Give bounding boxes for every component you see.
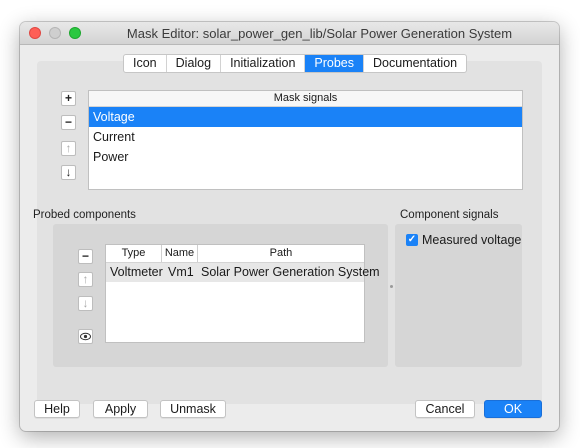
column-name[interactable]: Name bbox=[162, 245, 198, 262]
help-button[interactable]: Help bbox=[34, 400, 80, 418]
table-row[interactable]: Voltmeter Vm1 Solar Power Generation Sys… bbox=[106, 263, 380, 282]
measured-voltage-checkbox[interactable]: ✓ bbox=[406, 234, 418, 246]
ok-button[interactable]: OK bbox=[484, 400, 542, 418]
tab-probes[interactable]: Probes bbox=[305, 55, 365, 72]
probed-table-header: Type Name Path bbox=[106, 245, 364, 263]
tab-initialization[interactable]: Initialization bbox=[221, 55, 306, 72]
close-window-button[interactable] bbox=[29, 27, 41, 39]
add-signal-button[interactable]: + bbox=[61, 91, 76, 106]
panel-splitter-handle[interactable] bbox=[390, 285, 393, 288]
tab-icon[interactable]: Icon bbox=[124, 55, 167, 72]
column-path[interactable]: Path bbox=[198, 245, 364, 262]
mask-signal-row-voltage[interactable]: Voltage bbox=[89, 107, 522, 127]
title-bar[interactable]: Mask Editor: solar_power_gen_lib/Solar P… bbox=[20, 22, 559, 45]
tab-dialog[interactable]: Dialog bbox=[167, 55, 222, 72]
mask-signals-header: Mask signals bbox=[89, 91, 522, 107]
view-probe-eye-icon[interactable] bbox=[78, 329, 93, 344]
tab-bar: Icon Dialog Initialization Probes Docume… bbox=[123, 54, 468, 73]
move-signal-up-button[interactable]: ↑ bbox=[61, 141, 76, 156]
move-probe-down-button[interactable]: ↓ bbox=[78, 296, 93, 311]
probe-path-cell: Solar Power Generation System bbox=[201, 265, 380, 279]
probe-type-cell: Voltmeter bbox=[110, 265, 163, 279]
remove-signal-button[interactable]: − bbox=[61, 115, 76, 130]
minimize-window-button[interactable] bbox=[49, 27, 61, 39]
cancel-button[interactable]: Cancel bbox=[415, 400, 475, 418]
apply-button[interactable]: Apply bbox=[93, 400, 148, 418]
maximize-window-button[interactable] bbox=[69, 27, 81, 39]
probed-components-table: Type Name Path Voltmeter Vm1 Solar Power… bbox=[105, 244, 380, 343]
move-probe-up-button[interactable]: ↑ bbox=[78, 272, 93, 287]
window-title: Mask Editor: solar_power_gen_lib/Solar P… bbox=[126, 26, 513, 41]
unmask-button[interactable]: Unmask bbox=[160, 400, 226, 418]
mask-signal-row-power[interactable]: Power bbox=[89, 147, 522, 167]
measured-voltage-label: Measured voltage bbox=[422, 233, 522, 247]
component-signals-label: Component signals bbox=[400, 209, 499, 221]
mask-signal-row-current[interactable]: Current bbox=[89, 127, 522, 147]
remove-probe-button[interactable]: − bbox=[78, 249, 93, 264]
tab-documentation[interactable]: Documentation bbox=[364, 55, 466, 72]
mask-signals-table: Mask signals Voltage Current Power bbox=[88, 90, 523, 190]
move-signal-down-button[interactable]: ↓ bbox=[61, 165, 76, 180]
probe-name-cell: Vm1 bbox=[168, 265, 194, 279]
column-type[interactable]: Type bbox=[106, 245, 162, 262]
probed-components-label: Probed components bbox=[33, 209, 136, 221]
